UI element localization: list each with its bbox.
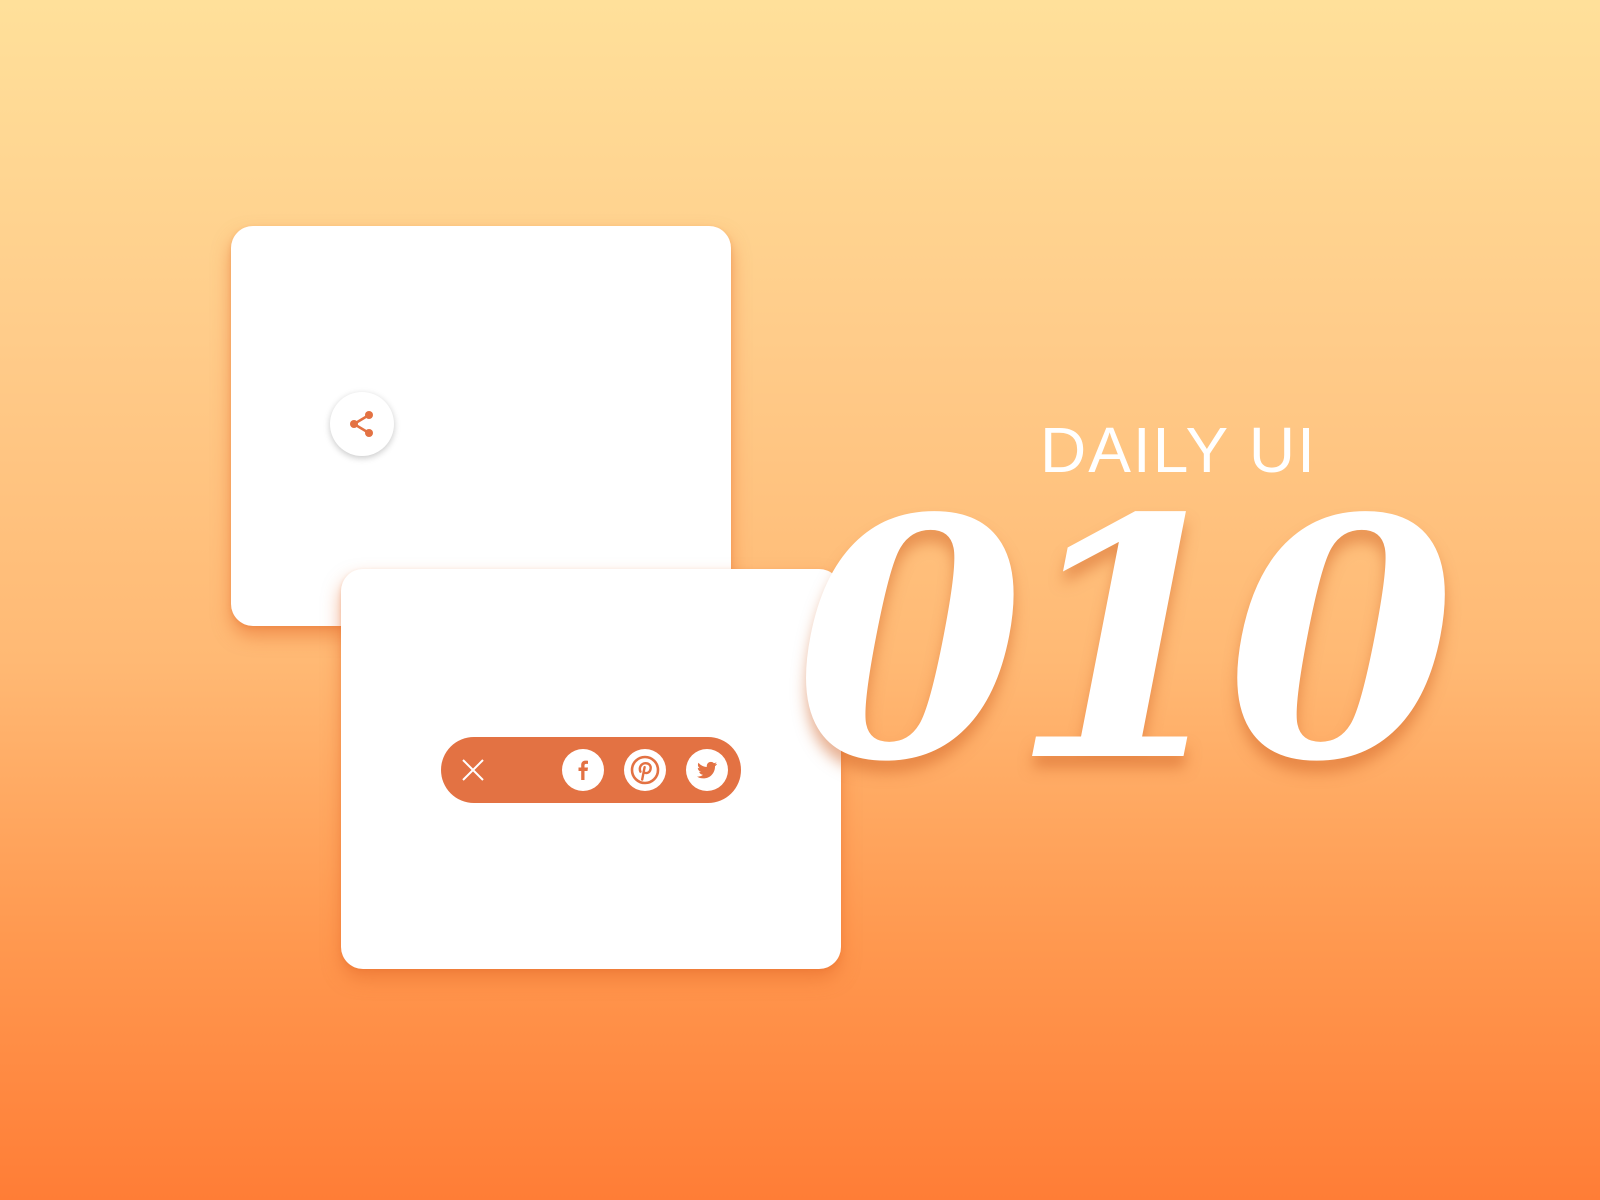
- twitter-share-button[interactable]: [686, 749, 728, 791]
- share-bar: [441, 737, 741, 803]
- pinterest-share-button[interactable]: [624, 749, 666, 791]
- twitter-icon: [697, 761, 717, 779]
- share-button[interactable]: [330, 392, 394, 456]
- facebook-share-button[interactable]: [562, 749, 604, 791]
- challenge-number: 010: [795, 446, 1456, 834]
- close-icon: [462, 759, 484, 781]
- pinterest-icon: [630, 755, 660, 785]
- close-button[interactable]: [453, 750, 493, 790]
- facebook-icon: [578, 760, 588, 780]
- share-card-collapsed: [231, 226, 731, 626]
- share-card-expanded: [341, 569, 841, 969]
- share-icon: [350, 411, 373, 437]
